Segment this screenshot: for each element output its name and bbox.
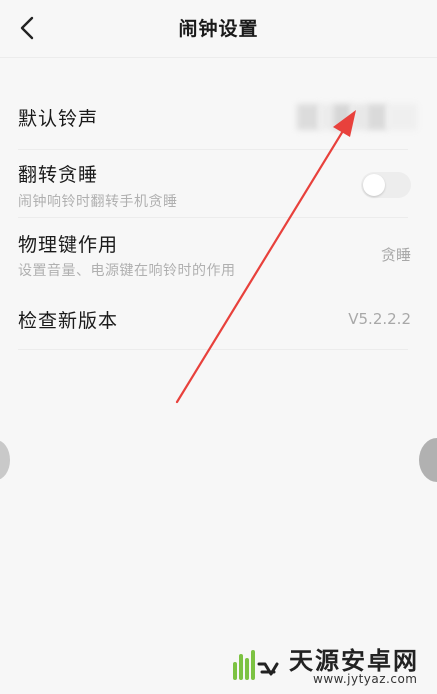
watermark-logo-icon [233, 650, 279, 680]
right-edge-handle[interactable] [419, 438, 437, 482]
flip-snooze-description: 闹钟响铃时翻转手机贪睡 [18, 194, 178, 210]
settings-row-check-version[interactable]: 检查新版本 V5.2.2.2 [0, 292, 437, 350]
page-title: 闹钟设置 [178, 18, 259, 40]
physical-key-value: 贪睡 [380, 246, 411, 264]
default-ringtone-label: 默认铃声 [18, 108, 99, 130]
header-divider [0, 57, 437, 58]
flip-snooze-toggle[interactable] [361, 172, 411, 198]
ringtone-value-blurred [297, 104, 417, 130]
site-watermark: 天源安卓网 www.jytyaz.com [229, 640, 429, 690]
row-divider [18, 349, 408, 350]
toggle-knob [363, 174, 385, 196]
physical-key-description: 设置音量、电源键在响铃时的作用 [18, 263, 236, 279]
watermark-url: www.jytyaz.com [313, 672, 418, 686]
header-bar: 闹钟设置 [0, 0, 437, 56]
watermark-site-name: 天源安卓网 [289, 647, 419, 675]
settings-row-flip-snooze: 翻转贪睡 闹钟响铃时翻转手机贪睡 [0, 150, 437, 218]
physical-key-label: 物理键作用 [18, 234, 119, 256]
settings-row-physical-key[interactable]: 物理键作用 设置音量、电源键在响铃时的作用 贪睡 [0, 218, 437, 292]
version-value: V5.2.2.2 [348, 310, 411, 328]
left-edge-handle[interactable] [0, 440, 10, 480]
settings-row-default-ringtone[interactable]: 默认铃声 [0, 92, 437, 150]
flip-snooze-label: 翻转贪睡 [18, 164, 99, 186]
check-version-label: 检查新版本 [18, 310, 119, 332]
